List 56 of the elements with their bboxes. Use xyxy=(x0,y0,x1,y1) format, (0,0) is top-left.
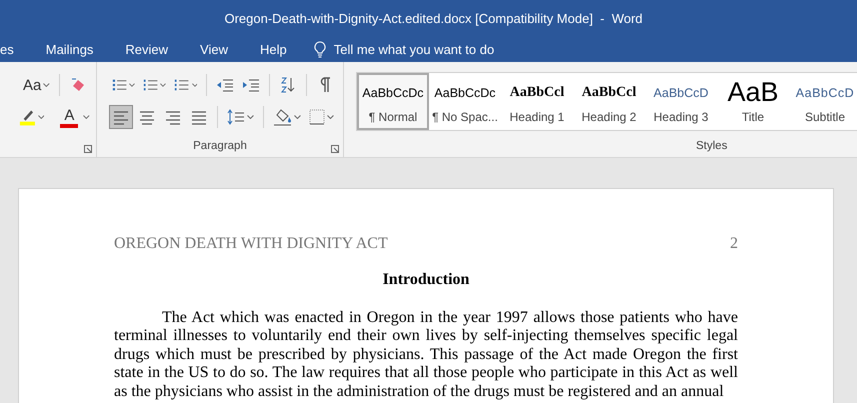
caret-icon xyxy=(192,83,198,87)
lightbulb-icon xyxy=(314,41,326,58)
change-case-button[interactable]: Aa xyxy=(20,73,54,97)
ribbon-tab[interactable]: es xyxy=(0,39,14,60)
body-paragraph: The Act which was enacted in Oregon in the year 1997 allows those patients who have terminal illnesses to voluntarily end their own lives by self-injecting themselves specific legal drugs which must be prescribed by physicians. This passage of the Act made Oregon the first state in the US to do so. The law requires that all those people who participate in this Act as well as the physicians who assist in the administration of the drugs must be registered and an annual xyxy=(114,309,738,402)
caret-icon xyxy=(294,115,302,119)
align-left-button[interactable] xyxy=(109,105,133,129)
sort-icon xyxy=(280,76,296,94)
style-name: Title xyxy=(742,110,764,124)
caret-icon xyxy=(327,115,334,119)
style-name: Heading 1 xyxy=(510,110,564,124)
borders-icon xyxy=(309,109,326,125)
pilcrow-icon xyxy=(319,77,331,93)
highlighter-icon xyxy=(19,108,36,126)
style-preview: AaB xyxy=(727,80,779,106)
style-item[interactable]: AaBbCcDc ¶ Normal xyxy=(357,73,429,130)
caret-icon xyxy=(83,115,90,119)
style-preview: AaBbCcD xyxy=(796,84,854,102)
style-preview: AaBbCcD xyxy=(654,84,708,102)
window-title: Oregon-Death-with-Dignity-Act.edited.docx [Compatibility Mode] - Word xyxy=(224,11,643,26)
color-bar-icon xyxy=(60,124,78,128)
dialog-launcher-icon[interactable] xyxy=(331,145,339,153)
group-label: Paragraph xyxy=(193,140,247,154)
style-preview: AaBbCcl xyxy=(510,84,564,102)
caret-icon xyxy=(43,83,50,87)
caret-icon xyxy=(246,115,254,119)
font-color-button[interactable]: A xyxy=(57,105,82,129)
caret-icon xyxy=(129,83,136,87)
line-spacing-icon xyxy=(226,109,245,125)
ribbon-tab[interactable]: Review xyxy=(125,39,168,60)
caret-icon xyxy=(38,115,44,119)
multilevel-list-icon xyxy=(174,77,190,93)
tell-me-field[interactable]: Tell me what you want to do xyxy=(334,42,534,57)
group-label: Styles xyxy=(696,140,728,154)
outdent-icon xyxy=(216,78,234,92)
page-number: 2 xyxy=(730,235,738,253)
dialog-launcher-icon[interactable] xyxy=(84,145,92,153)
section-heading: Introduction xyxy=(382,271,470,288)
ribbon-tab[interactable]: Help xyxy=(260,39,287,60)
style-name: Heading 3 xyxy=(654,110,708,124)
style-preview: AaBbCcDc xyxy=(362,84,424,102)
ribbon-tab[interactable]: Mailings xyxy=(46,39,94,60)
ribbon-tab[interactable]: View xyxy=(200,39,228,60)
bullets-icon xyxy=(112,77,128,93)
style-name: ¶ No Spac... xyxy=(432,110,498,124)
style-name: Heading 2 xyxy=(582,110,636,124)
style-preview: AaBbCcl xyxy=(582,84,636,102)
eraser-icon xyxy=(69,77,87,93)
caret-icon xyxy=(160,83,166,87)
style-name: ¶ Normal xyxy=(368,110,418,124)
style-name: Subtitle xyxy=(804,110,846,124)
style-preview: AaBbCcDc xyxy=(434,84,496,102)
paint-bucket-icon xyxy=(272,108,292,126)
running-head: OREGON DEATH WITH DIGNITY ACT xyxy=(114,235,388,253)
indent-icon xyxy=(242,78,260,92)
numbered-list-icon xyxy=(143,77,158,93)
